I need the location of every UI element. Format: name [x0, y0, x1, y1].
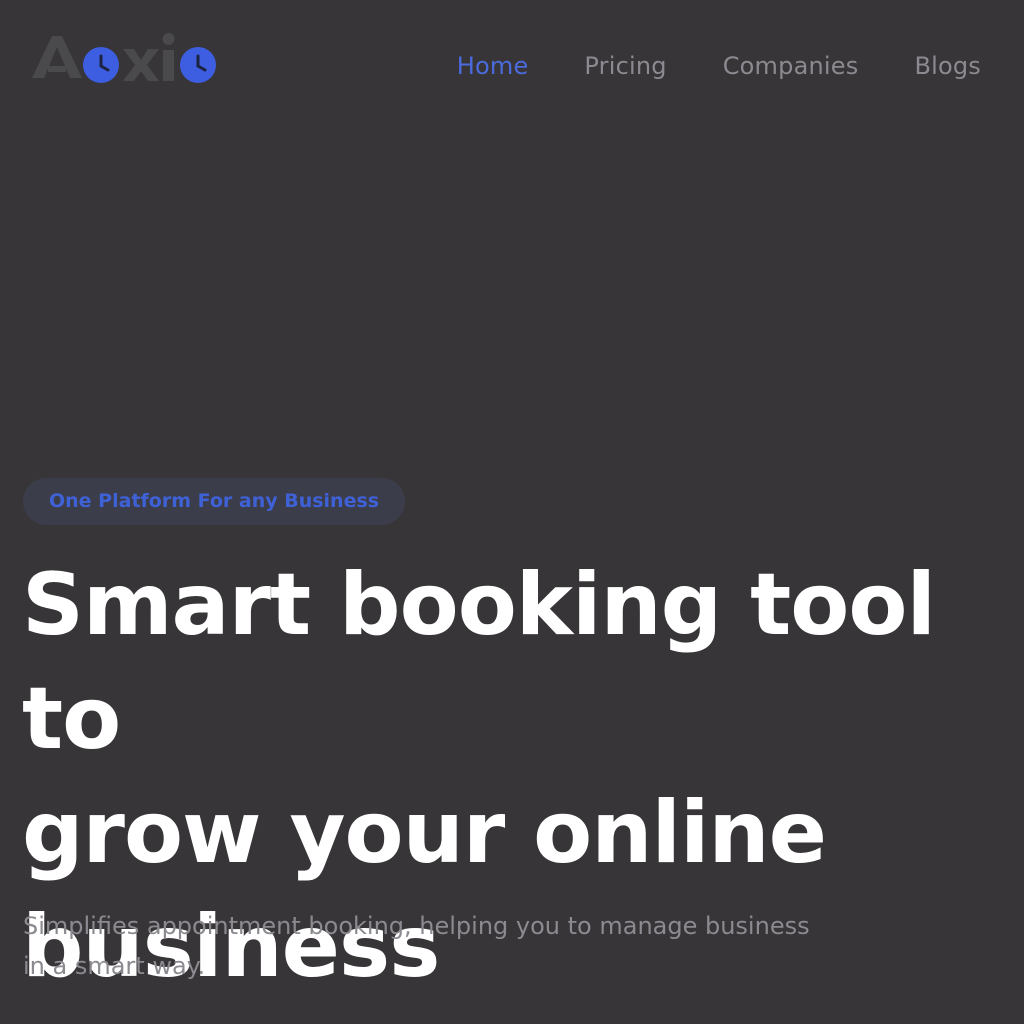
nav-link-blogs[interactable]: Blogs	[914, 48, 981, 84]
clock-icon	[83, 47, 119, 83]
brand-logo[interactable]	[30, 30, 220, 86]
nav-link-companies[interactable]: Companies	[723, 48, 859, 84]
landing-page: Home Pricing Companies Blogs One Platfor…	[0, 0, 1024, 1024]
subtitle-line: Simplifies appointment booking, helping …	[23, 912, 810, 940]
clock-icon	[180, 47, 216, 83]
headline-line: grow your online	[22, 783, 827, 883]
nav-link-pricing[interactable]: Pricing	[584, 48, 666, 84]
nav-link-home[interactable]: Home	[457, 48, 529, 84]
hero-badge: One Platform For any Business	[23, 478, 406, 525]
main-nav: Home Pricing Companies Blogs	[457, 48, 981, 84]
headline-line: Smart booking tool to	[22, 555, 936, 769]
hero-subtitle: Simplifies appointment booking, helping …	[23, 906, 843, 986]
logo-mark	[32, 33, 216, 83]
subtitle-line: in a smart way.	[23, 952, 206, 980]
